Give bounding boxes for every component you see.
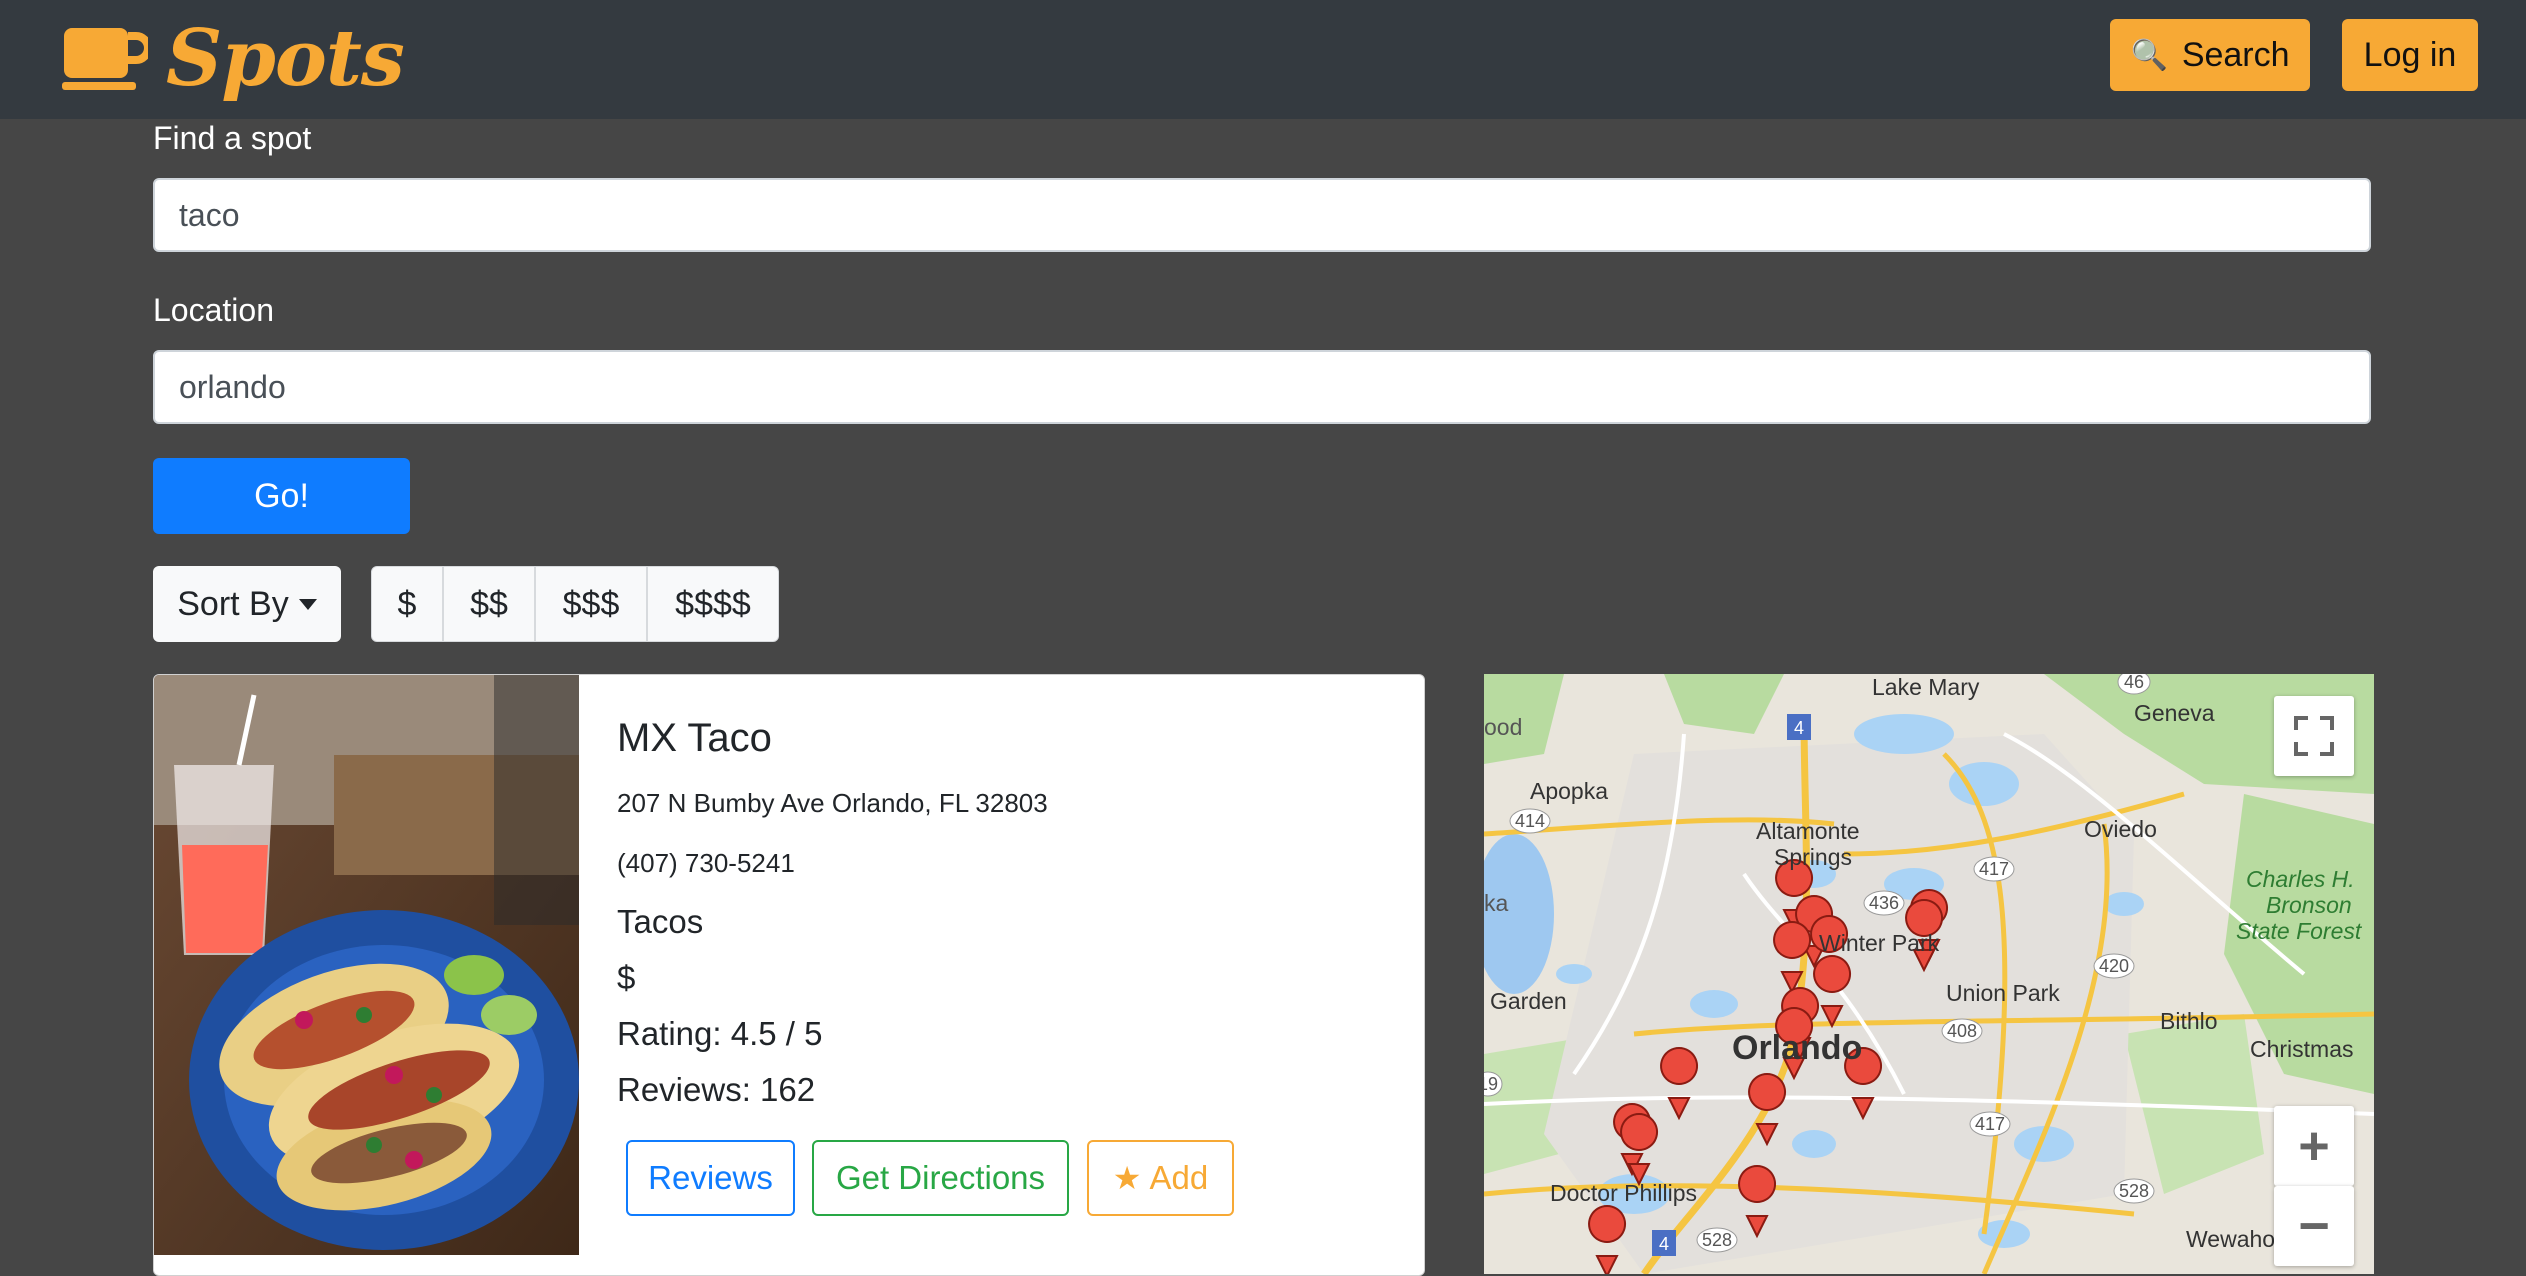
result-price: $ — [617, 959, 636, 996]
road-shield-label: 408 — [1947, 1021, 1977, 1041]
price-filter-group: $ $$ $$$ $$$$ — [371, 566, 779, 642]
map-place-label: Apopka — [1530, 778, 1609, 804]
price-filter-2[interactable]: $$ — [443, 566, 535, 642]
find-spot-label: Find a spot — [153, 120, 312, 156]
map-place-label: Doctor Phillips — [1550, 1180, 1697, 1206]
caret-down-icon — [298, 598, 317, 610]
map-place-label: ood — [1484, 714, 1523, 740]
road-shield-label: 528 — [2119, 1181, 2149, 1201]
road-shield-label: 417 — [1979, 859, 2009, 879]
map-place-label: ka — [1484, 890, 1509, 916]
map-place-label: Winter Park — [1819, 930, 1940, 956]
results-map[interactable]: 4 46 414 436 417 420 408 417 528 4 528 1… — [1484, 674, 2374, 1274]
road-shield-label: 528 — [1702, 1230, 1732, 1250]
result-phone: (407) 730-5241 — [617, 848, 795, 878]
restaurant-photo — [154, 675, 579, 1255]
map-place-label: Charles H. — [2246, 866, 2355, 892]
result-name[interactable]: MX Taco — [617, 716, 772, 761]
map-place-label: Geneva — [2134, 700, 2215, 726]
map-place-label: Union Park — [1946, 980, 2060, 1006]
reviews-button[interactable]: Reviews — [626, 1140, 795, 1216]
map-place-label: Bithlo — [2160, 1008, 2218, 1034]
search-button[interactable]: 🔍 Search — [2110, 19, 2310, 91]
go-button[interactable]: Go! — [153, 458, 410, 534]
map-place-label: Bronson — [2266, 892, 2352, 918]
road-shield-label: 436 — [1869, 893, 1899, 913]
location-label: Location — [153, 292, 274, 328]
price-filter-3[interactable]: $$$ — [535, 566, 647, 642]
navbar: Spots 🔍 Search Log in — [0, 0, 2526, 119]
road-shield-label: 4 — [1659, 1234, 1669, 1254]
map-place-label: State Forest — [2236, 918, 2362, 944]
zoom-out-button[interactable]: − — [2274, 1186, 2354, 1266]
price-filter-1[interactable]: $ — [371, 566, 443, 642]
map-place-label: Lake Mary — [1872, 674, 1980, 700]
coffee-cup-icon — [62, 28, 148, 90]
road-shield-label: 414 — [1515, 811, 1545, 831]
result-category: Tacos — [617, 903, 704, 940]
price-filter-4[interactable]: $$$$ — [647, 566, 779, 642]
location-input[interactable]: orlando — [153, 350, 2371, 424]
login-button[interactable]: Log in — [2342, 19, 2478, 91]
result-reviews-count: Reviews: 162 — [617, 1071, 816, 1108]
sort-by-label: Sort By — [177, 584, 289, 623]
map-place-label: Altamonte — [1756, 818, 1860, 844]
find-spot-input[interactable]: taco — [153, 178, 2371, 252]
brand-name: Spots — [166, 13, 405, 104]
road-shield-label: 417 — [1975, 1114, 2005, 1134]
fullscreen-icon[interactable] — [2274, 696, 2354, 776]
map-city-label: Orlando — [1732, 1029, 1863, 1067]
search-button-label: Search — [2181, 35, 2290, 74]
get-directions-button[interactable]: Get Directions — [812, 1140, 1069, 1216]
road-shield-label: 19 — [1484, 1074, 1498, 1094]
map-place-label: Garden — [1490, 988, 1567, 1014]
road-shield-label: 46 — [2124, 674, 2144, 692]
sort-by-dropdown[interactable]: Sort By — [153, 566, 341, 642]
brand-logo[interactable]: Spots — [62, 13, 405, 104]
result-rating: Rating: 4.5 / 5 — [617, 1015, 823, 1052]
magnifier-icon: 🔍 — [2130, 38, 2168, 72]
star-icon: ★ — [1112, 1160, 1142, 1196]
map-place-label: Oviedo — [2084, 816, 2157, 842]
map-place-label: Springs — [1774, 844, 1852, 870]
map-place-label: Christmas — [2250, 1036, 2354, 1062]
zoom-in-button[interactable]: + — [2274, 1106, 2354, 1186]
add-button-label: Add — [1149, 1159, 1209, 1196]
road-shield-label: 420 — [2099, 956, 2129, 976]
add-favorite-button[interactable]: ★ Add — [1087, 1140, 1234, 1216]
road-shield-label: 4 — [1794, 718, 1804, 738]
result-address: 207 N Bumby Ave Orlando, FL 32803 — [617, 788, 1048, 818]
